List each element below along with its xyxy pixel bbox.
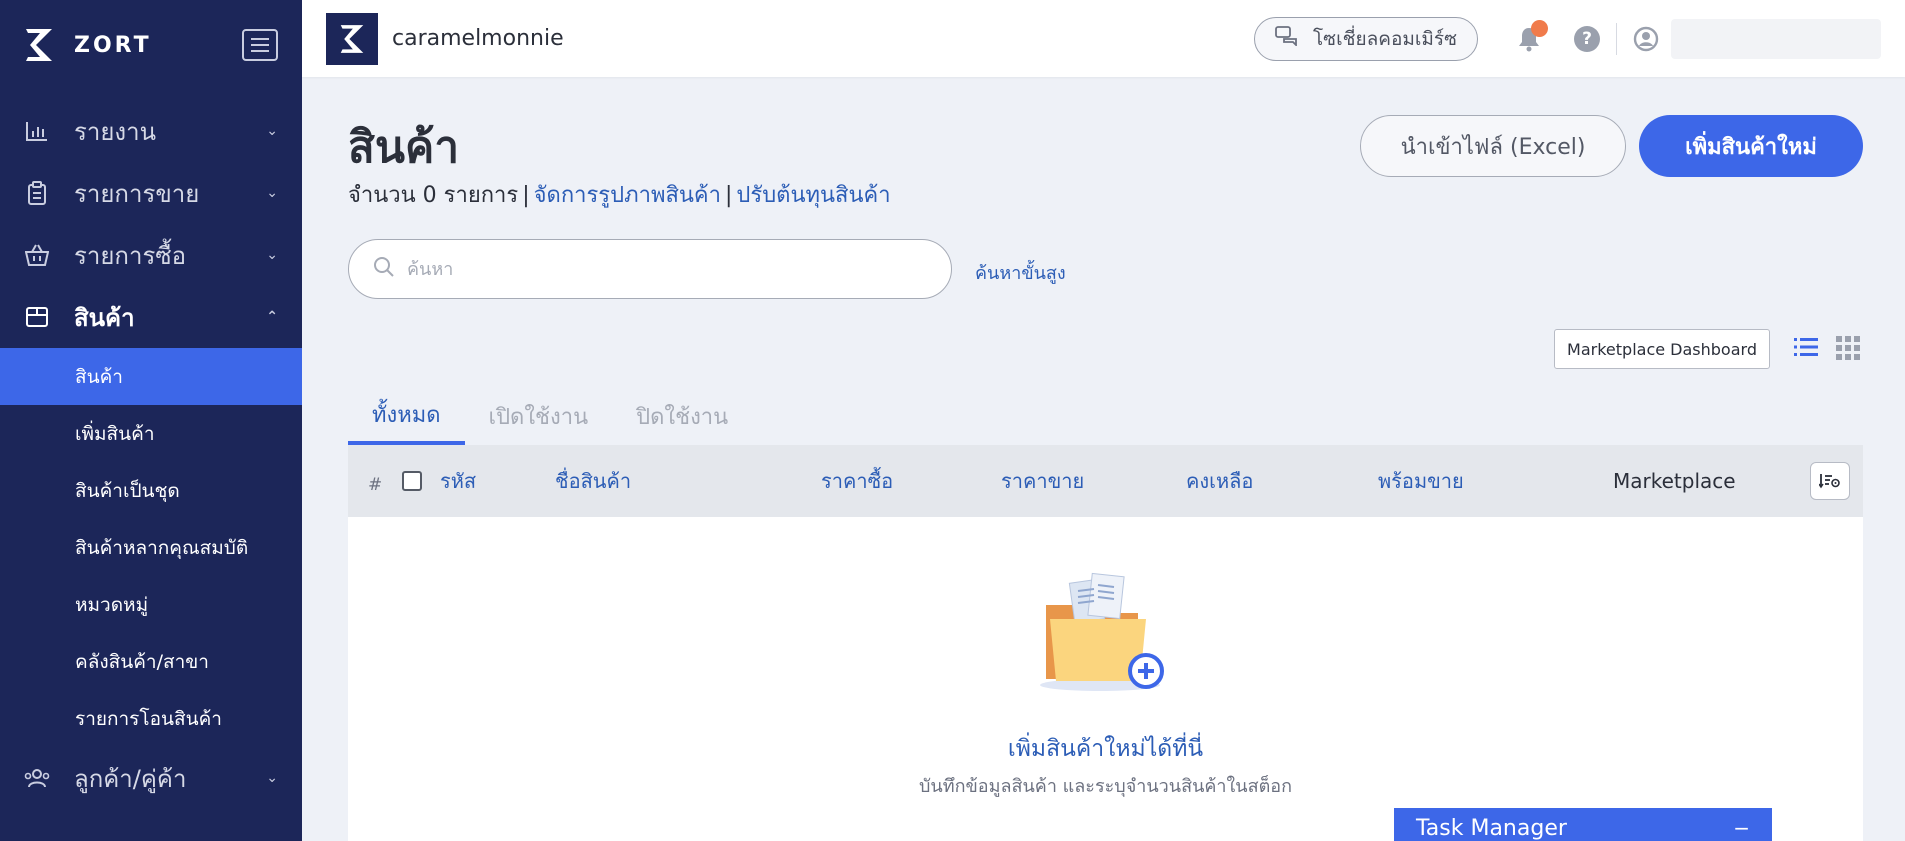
separator: | bbox=[724, 183, 733, 208]
shop-name: caramelmonnie bbox=[392, 26, 564, 51]
clipboard-icon bbox=[24, 180, 50, 206]
topbar-actions: โซเชี่ยลคอมเมิร์ซ ? bbox=[1253, 16, 1881, 61]
chevron-down-icon: ⌄ bbox=[266, 770, 278, 786]
sidebar-subitem-warehouses[interactable]: คลังสินค้า/สาขา bbox=[0, 633, 302, 690]
topbar: caramelmonnie โซเชี่ยลคอมเมิร์ซ ? bbox=[302, 0, 1905, 77]
col-buy-price[interactable]: ราคาซื้อ bbox=[821, 445, 893, 517]
sidebar-item-label: รายงาน bbox=[74, 117, 157, 146]
product-count: จำนวน 0 รายการ bbox=[348, 183, 519, 208]
col-marketplace: Marketplace bbox=[1613, 469, 1736, 493]
notification-badge bbox=[1531, 19, 1548, 37]
select-all-checkbox[interactable] bbox=[402, 445, 422, 517]
bar-chart-icon bbox=[24, 118, 50, 144]
sidebar-subitem-add-product[interactable]: เพิ่มสินค้า bbox=[0, 405, 302, 462]
sidebar-subitem-transfers[interactable]: รายการโอนสินค้า bbox=[0, 690, 302, 747]
user-name-placeholder[interactable] bbox=[1671, 18, 1881, 59]
separator: | bbox=[522, 183, 530, 208]
col-code[interactable]: รหัส bbox=[440, 445, 476, 517]
chevron-down-icon: ⌄ bbox=[266, 247, 278, 263]
sidebar-subitem-label: คลังสินค้า/สาขา bbox=[75, 650, 209, 673]
social-commerce-label: โซเชี่ยลคอมเมิร์ซ bbox=[1312, 27, 1457, 50]
page-title: สินค้า bbox=[348, 122, 460, 173]
product-table: # รหัส ชื่อสินค้า ราคาซื้อ ราคาขาย คงเหล… bbox=[348, 445, 1863, 841]
sidebar-item-products[interactable]: สินค้า ⌃ bbox=[0, 286, 302, 348]
empty-state-title[interactable]: เพิ่มสินค้าใหม่ได้ที่นี่ bbox=[348, 731, 1863, 767]
sidebar-item-label: สินค้า bbox=[74, 303, 135, 332]
sidebar-subitem-label: สินค้าหลากคุณสมบัติ bbox=[75, 536, 249, 559]
divider bbox=[1616, 22, 1617, 55]
adjust-cost-link[interactable]: ปรับต้นทุนสินค้า bbox=[736, 183, 890, 208]
basket-icon bbox=[24, 242, 50, 268]
users-icon bbox=[24, 765, 50, 791]
sidebar-subitem-products[interactable]: สินค้า bbox=[0, 348, 302, 405]
sidebar-item-label: รายการขาย bbox=[74, 179, 200, 208]
empty-state-description: บันทึกข้อมูลสินค้า และระบุจำนวนสินค้าในส… bbox=[918, 776, 1293, 797]
col-name[interactable]: ชื่อสินค้า bbox=[555, 445, 631, 517]
chevron-up-icon: ⌃ bbox=[266, 309, 278, 325]
column-settings-icon[interactable] bbox=[1810, 462, 1850, 500]
sidebar-subitem-label: เพิ่มสินค้า bbox=[75, 422, 155, 445]
brand: ZORT bbox=[0, 0, 302, 90]
marketplace-dashboard-button[interactable]: Marketplace Dashboard bbox=[1554, 329, 1770, 369]
sidebar-item-label: รายการซื้อ bbox=[74, 241, 187, 270]
status-tabs: ทั้งหมด เปิดใช้งาน ปิดใช้งาน bbox=[348, 387, 752, 445]
page-subline: จำนวน 0 รายการ | จัดการรูปภาพสินค้า | ปรับต้… bbox=[348, 177, 891, 212]
table-header: # รหัส ชื่อสินค้า ราคาซื้อ ราคาขาย คงเหล… bbox=[348, 445, 1863, 517]
task-manager-label: Task Manager bbox=[1416, 815, 1567, 841]
advanced-search-link[interactable]: ค้นหาขั้นสูง bbox=[975, 258, 1066, 287]
sidebar-subitem-categories[interactable]: หมวดหมู่ bbox=[0, 576, 302, 633]
box-icon bbox=[24, 304, 50, 330]
col-sell-price[interactable]: ราคาขาย bbox=[1001, 445, 1084, 517]
search-icon bbox=[373, 256, 395, 282]
sidebar-item-contacts[interactable]: ลูกค้า/คู่ค้า ⌄ bbox=[0, 747, 302, 809]
search-input[interactable] bbox=[407, 258, 907, 280]
user-avatar-icon[interactable] bbox=[1633, 26, 1659, 52]
social-commerce-button[interactable]: โซเชี่ยลคอมเมิร์ซ bbox=[1253, 16, 1478, 61]
chevron-down-icon: ⌄ bbox=[266, 123, 278, 139]
grid-view-icon[interactable] bbox=[1836, 336, 1862, 362]
sidebar-subitem-variants[interactable]: สินค้าหลากคุณสมบัติ bbox=[0, 519, 302, 576]
col-ready-to-sell[interactable]: พร้อมขาย bbox=[1378, 445, 1464, 517]
col-number: # bbox=[368, 475, 383, 495]
sidebar-item-reports[interactable]: รายงาน ⌄ bbox=[0, 100, 302, 162]
task-manager-panel[interactable]: Task Manager − bbox=[1394, 808, 1772, 841]
chevron-down-icon: ⌄ bbox=[266, 185, 278, 201]
brand-name: ZORT bbox=[74, 32, 152, 58]
manage-images-link[interactable]: จัดการรูปภาพสินค้า bbox=[534, 183, 721, 208]
tab-enabled[interactable]: เปิดใช้งาน bbox=[465, 387, 613, 445]
list-view-icon[interactable] bbox=[1793, 336, 1819, 362]
search-box bbox=[348, 239, 952, 299]
shop-logo-icon[interactable] bbox=[326, 12, 378, 65]
add-product-button[interactable]: เพิ่มสินค้าใหม่ bbox=[1639, 115, 1863, 177]
sidebar-subitem-label: หมวดหมู่ bbox=[75, 593, 149, 616]
sidebar-subitem-product-sets[interactable]: สินค้าเป็นชุด bbox=[0, 462, 302, 519]
tab-all[interactable]: ทั้งหมด bbox=[348, 387, 465, 445]
import-excel-button[interactable]: นำเข้าไฟล์ (Excel) bbox=[1360, 115, 1626, 177]
sidebar-item-purchases[interactable]: รายการซื้อ ⌄ bbox=[0, 224, 302, 286]
menu-toggle-icon[interactable] bbox=[242, 29, 278, 61]
sidebar-item-sales[interactable]: รายการขาย ⌄ bbox=[0, 162, 302, 224]
sidebar-item-label: ลูกค้า/คู่ค้า bbox=[74, 764, 187, 793]
notification-bell-icon[interactable] bbox=[1514, 19, 1548, 54]
main-content: สินค้า จำนวน 0 รายการ | จัดการรูปภาพสินค้า… bbox=[348, 77, 1863, 841]
col-stock[interactable]: คงเหลือ bbox=[1186, 445, 1253, 517]
help-icon[interactable]: ? bbox=[1574, 25, 1600, 52]
sidebar-nav: รายงาน ⌄ รายการขาย ⌄ รายการซื้อ ⌄ สินค้า… bbox=[0, 100, 302, 809]
chat-icon bbox=[1275, 26, 1299, 51]
sidebar-subitem-label: สินค้า bbox=[75, 365, 123, 388]
sidebar-subitem-label: สินค้าเป็นชุด bbox=[75, 479, 180, 502]
minimize-icon[interactable]: − bbox=[1733, 816, 1750, 840]
folder-add-icon[interactable] bbox=[1028, 567, 1178, 697]
sidebar-subitem-label: รายการโอนสินค้า bbox=[75, 707, 222, 730]
sidebar: ZORT รายงาน ⌄ รายการขาย ⌄ รายการซื้อ ⌄ ส… bbox=[0, 0, 302, 841]
tab-disabled[interactable]: ปิดใช้งาน bbox=[612, 387, 752, 445]
zort-logo-icon[interactable] bbox=[24, 27, 54, 63]
